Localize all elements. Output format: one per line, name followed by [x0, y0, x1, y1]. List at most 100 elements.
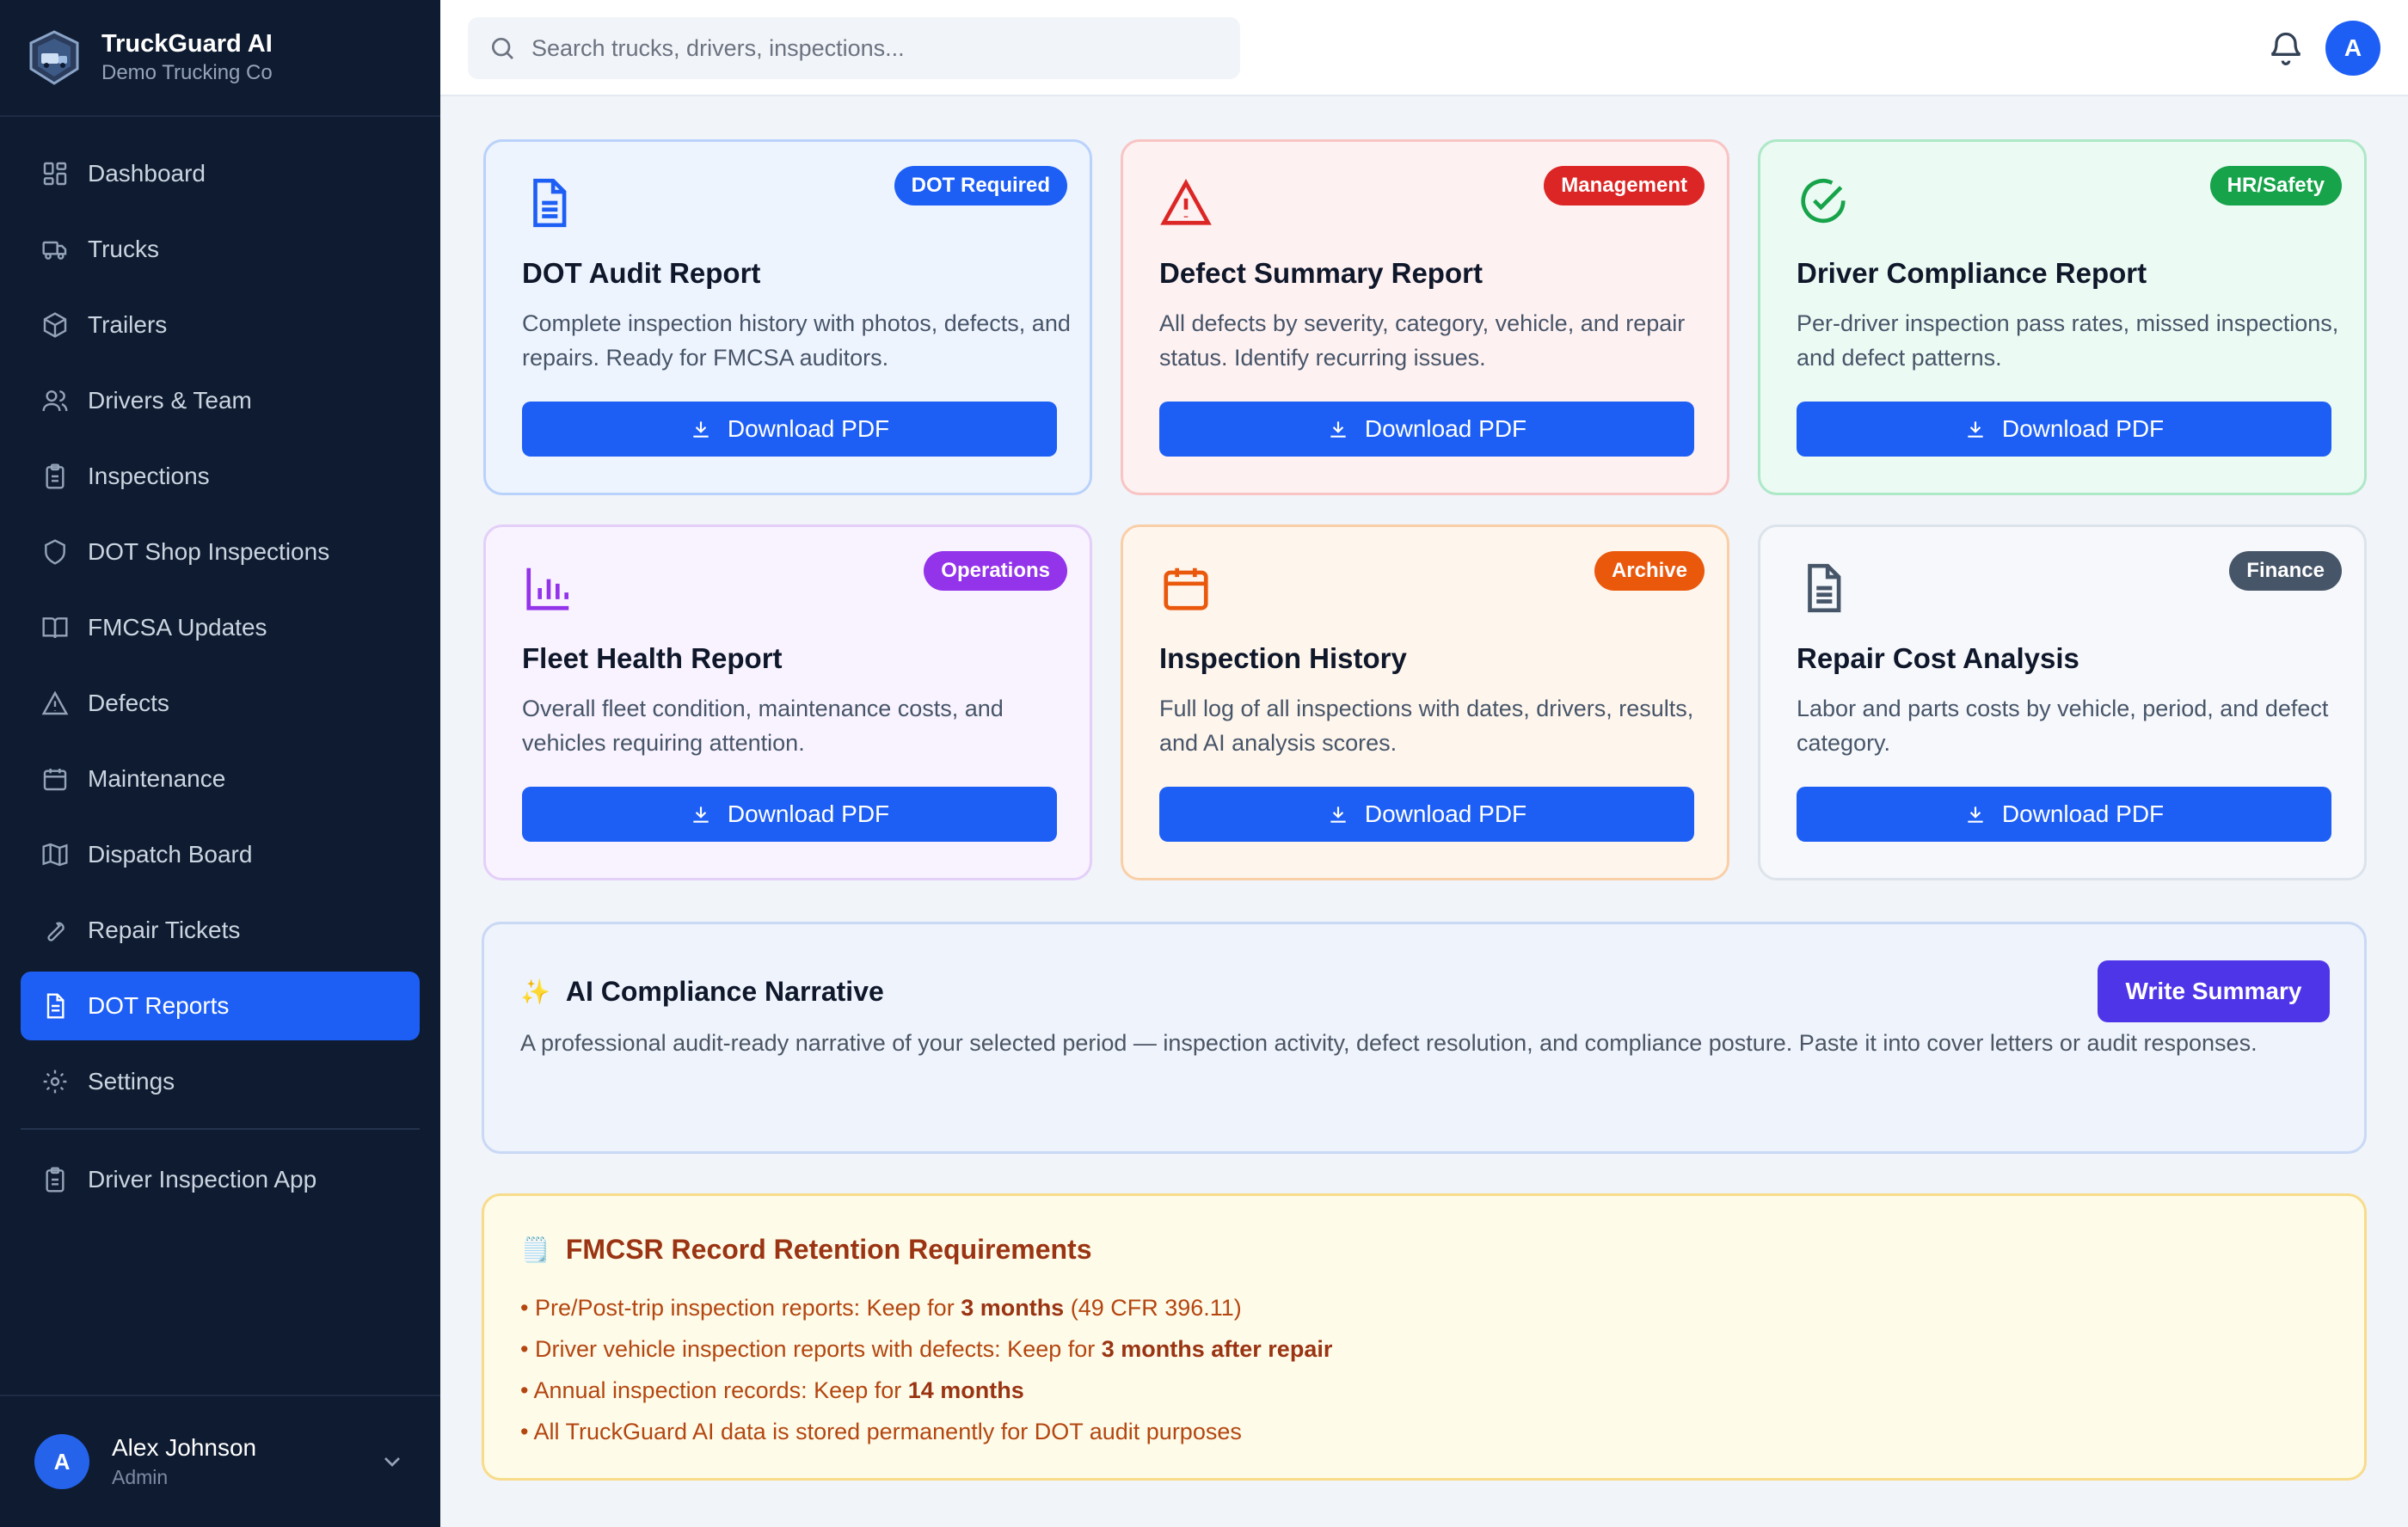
card-title: DOT Audit Report: [522, 257, 761, 289]
sidebar-item-label: DOT Reports: [88, 992, 230, 1019]
card-description: Per-driver inspection pass rates, missed…: [1797, 310, 2339, 371]
calendar-icon: [1164, 567, 1208, 610]
sidebar-item-inspections[interactable]: Inspections: [21, 442, 420, 511]
download-pdf-button[interactable]: Download PDF: [1797, 402, 2331, 457]
list-item: • Annual inspection records: Keep for 14…: [520, 1377, 1024, 1403]
sidebar: TruckGuard AI Demo Trucking Co Dashboard…: [0, 0, 440, 1527]
check-circle-icon: [1801, 179, 1846, 224]
clipboard-icon: [41, 1166, 69, 1193]
sidebar-item-label: Dispatch Board: [88, 841, 253, 868]
map-icon: [41, 841, 69, 868]
topbar: A: [440, 0, 2408, 96]
list-item: • Pre/Post-trip inspection reports: Keep…: [520, 1295, 1242, 1321]
alert-triangle-icon: [1160, 178, 1212, 225]
truckguard-logo-icon: [29, 30, 79, 85]
download-pdf-button[interactable]: Download PDF: [522, 402, 1057, 457]
sidebar-item-label: Driver Inspection App: [88, 1166, 317, 1193]
sidebar-item-label: Trucks: [88, 236, 159, 262]
write-summary-button[interactable]: Write Summary: [2098, 960, 2330, 1022]
sidebar-item-label: Drivers & Team: [88, 387, 252, 414]
download-icon: [1330, 421, 1346, 438]
user-role: Admin: [112, 1466, 169, 1488]
user-menu[interactable]: A Alex Johnson Admin: [0, 1395, 440, 1527]
sidebar-item-label: DOT Shop Inspections: [88, 538, 330, 565]
sidebar-item-dot-reports[interactable]: DOT Reports: [21, 972, 420, 1040]
chevron-down-icon[interactable]: [378, 1448, 406, 1475]
search-input[interactable]: [531, 34, 1237, 62]
avatar[interactable]: A: [2325, 21, 2380, 76]
card-title: Defect Summary Report: [1159, 257, 1483, 289]
calendar-icon: [41, 765, 69, 793]
sidebar-item-label: Inspections: [88, 463, 210, 489]
download-icon: [693, 421, 709, 438]
sidebar-item-trailers[interactable]: Trailers: [21, 291, 420, 359]
sidebar-item-trucks[interactable]: Trucks: [21, 215, 420, 284]
sidebar-item-label: Trailers: [88, 311, 168, 338]
warning-icon: [41, 690, 69, 717]
download-icon: [693, 806, 709, 823]
brand[interactable]: TruckGuard AI Demo Trucking Co: [0, 0, 440, 117]
clipboard-icon: [41, 463, 69, 490]
sidebar-item-defects[interactable]: Defects: [21, 669, 420, 738]
narrative-description: A professional audit-ready narrative of …: [520, 1030, 2258, 1056]
card-description: Labor and parts costs by vehicle, period…: [1797, 696, 2329, 756]
truck-icon: [41, 236, 69, 263]
button-label: Download PDF: [727, 415, 890, 442]
card-badge: Operations: [924, 551, 1067, 591]
sidebar-item-label: Settings: [88, 1068, 175, 1095]
sidebar-item-repair-tickets[interactable]: Repair Tickets: [21, 896, 420, 965]
sidebar-item-dispatch-board[interactable]: Dispatch Board: [21, 820, 420, 889]
sidebar-item-driver-inspection-app[interactable]: Driver Inspection App: [21, 1145, 420, 1214]
button-label: Download PDF: [1364, 415, 1527, 442]
bell-icon[interactable]: [2267, 29, 2305, 67]
card-description: Overall fleet condition, maintenance cos…: [522, 696, 1004, 756]
report-card-driver-compliance: HR/Safety Driver Compliance Report Per-d…: [1758, 139, 2367, 495]
retention-title: FMCSR Record Retention Requirements: [565, 1234, 1092, 1265]
list-item: • All TruckGuard AI data is stored perma…: [520, 1419, 1242, 1444]
narrative-heading: ✨ AI Compliance Narrative: [520, 976, 884, 1008]
bar-chart-icon: [526, 567, 569, 610]
download-icon: [1968, 421, 1983, 438]
sidebar-item-label: Repair Tickets: [88, 917, 241, 943]
card-description: All defects by severity, category, vehic…: [1159, 310, 1686, 371]
button-label: Download PDF: [727, 800, 890, 827]
sidebar-item-maintenance[interactable]: Maintenance: [21, 745, 420, 813]
sidebar-item-label: Dashboard: [88, 160, 206, 187]
button-label: Download PDF: [1364, 800, 1527, 827]
card-badge: Management: [1544, 166, 1705, 205]
sidebar-item-drivers-team[interactable]: Drivers & Team: [21, 366, 420, 435]
card-title: Inspection History: [1159, 642, 1407, 674]
download-pdf-button[interactable]: Download PDF: [522, 787, 1057, 842]
wrench-icon: [41, 917, 69, 944]
sidebar-item-settings[interactable]: Settings: [21, 1047, 420, 1116]
report-card-dot-audit: DOT Required DOT Audit Report Complete i…: [483, 139, 1092, 495]
brand-subtitle: Demo Trucking Co: [101, 61, 273, 84]
file-text-icon: [1808, 563, 1841, 613]
download-icon: [1330, 806, 1346, 823]
ai-compliance-narrative: ✨ AI Compliance Narrative A professional…: [482, 922, 2367, 1154]
brand-title: TruckGuard AI: [101, 30, 273, 58]
file-icon: [41, 992, 69, 1020]
card-title: Repair Cost Analysis: [1797, 642, 2079, 674]
report-card-defect-summary: Management Defect Summary Report All def…: [1121, 139, 1729, 495]
list-item: • Driver vehicle inspection reports with…: [520, 1336, 1333, 1362]
box-icon: [41, 311, 69, 339]
card-title: Driver Compliance Report: [1797, 257, 2147, 289]
sidebar-item-dot-shop-inspections[interactable]: DOT Shop Inspections: [21, 518, 420, 586]
record-retention-panel: 🗒️ FMCSR Record Retention Requirements •…: [482, 1193, 2367, 1481]
card-description: Full log of all inspections with dates, …: [1159, 696, 1694, 756]
download-pdf-button[interactable]: Download PDF: [1797, 787, 2331, 842]
search-bar[interactable]: [468, 17, 1240, 79]
avatar: A: [34, 1434, 89, 1489]
grid-icon: [41, 160, 69, 187]
download-pdf-button[interactable]: Download PDF: [1159, 787, 1694, 842]
sidebar-item-fmcsa-updates[interactable]: FMCSA Updates: [21, 593, 420, 662]
download-pdf-button[interactable]: Download PDF: [1159, 402, 1694, 457]
narrative-title: AI Compliance Narrative: [565, 976, 884, 1007]
user-name: Alex Johnson: [112, 1434, 257, 1461]
retention-heading: 🗒️ FMCSR Record Retention Requirements: [520, 1234, 1092, 1266]
report-card-fleet-health: Operations Fleet Health Report Overall f…: [483, 524, 1092, 880]
report-card-inspection-history: Archive Inspection History Full log of a…: [1121, 524, 1729, 880]
button-label: Download PDF: [2001, 800, 2165, 827]
sidebar-item-dashboard[interactable]: Dashboard: [21, 139, 420, 208]
